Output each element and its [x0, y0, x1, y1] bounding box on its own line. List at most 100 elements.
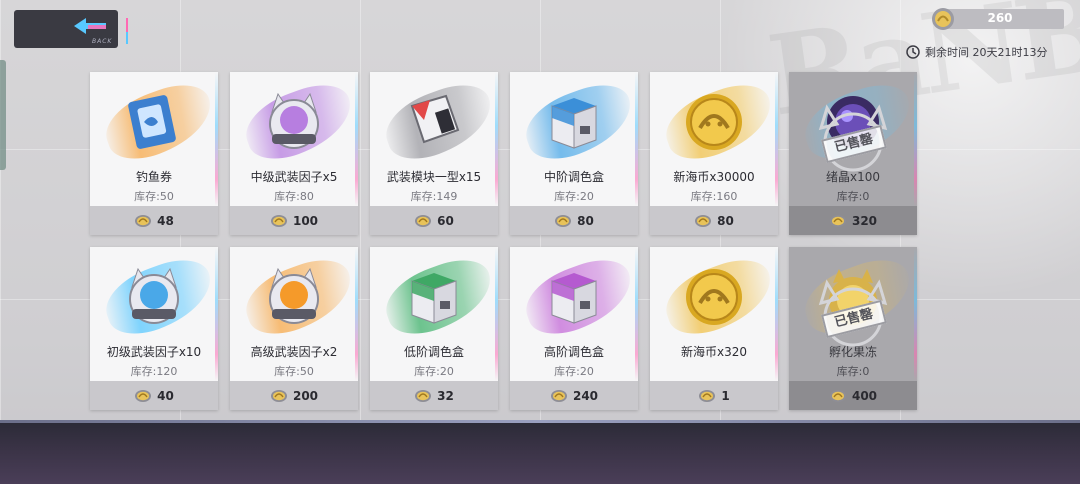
coin-icon [415, 214, 432, 227]
gold-coin-icon [686, 269, 742, 325]
card-accent [635, 72, 638, 206]
card-accent [775, 247, 778, 381]
timer: 剩余时间 20天21时13分 [906, 44, 1048, 60]
gold-coin-icon [686, 94, 742, 150]
price-bar[interactable]: 240 [510, 381, 638, 410]
item-name: 中级武装因子x5 [250, 170, 338, 184]
back-button[interactable]: BACK [14, 10, 128, 48]
item-name: 低阶调色盒 [403, 345, 464, 359]
item-name: 高阶调色盒 [543, 345, 604, 359]
item-stock: 库存:50 [134, 190, 174, 203]
card-accent [775, 72, 778, 206]
price-bar[interactable]: 60 [370, 206, 498, 235]
shop-item-card[interactable]: 中阶调色盒 库存:20 80 [510, 72, 638, 235]
item-stock: 库存:0 [836, 365, 870, 378]
shop-item-card[interactable]: 高阶调色盒 库存:20 240 [510, 247, 638, 410]
shop-item-card[interactable]: 武装模块一型x15 库存:149 60 [370, 72, 498, 235]
item-name: 高级武装因子x2 [250, 345, 338, 359]
item-price: 200 [292, 388, 319, 403]
card-accent [914, 247, 917, 381]
back-arrow-icon [74, 18, 106, 34]
price-bar[interactable]: 48 [90, 206, 218, 235]
shop-item-card[interactable]: 孵化果冻 库存:0 400 已售罄 [789, 247, 917, 410]
coin-icon [270, 214, 287, 227]
dye-box-green-icon [411, 273, 457, 324]
clock-icon [906, 45, 920, 59]
coin-icon [555, 214, 572, 227]
card-accent [215, 72, 218, 206]
item-price: 100 [292, 213, 319, 228]
fishing-ticket-icon [128, 95, 176, 149]
item-stock: 库存:20 [414, 365, 454, 378]
item-name: 初级武装因子x10 [106, 345, 202, 359]
item-stock: 库存:120 [130, 365, 178, 378]
price-bar[interactable]: 320 [789, 206, 917, 235]
item-stock: 库存:50 [274, 365, 314, 378]
coin-icon [550, 389, 567, 402]
timer-label: 剩余时间 20天21时13分 [925, 46, 1048, 59]
item-name: 新海币x320 [680, 345, 747, 359]
floor-strip [0, 420, 1080, 484]
coin-icon [829, 389, 846, 402]
price-bar[interactable]: 40 [90, 381, 218, 410]
coin-icon [829, 214, 846, 227]
item-price: 32 [437, 388, 454, 403]
card-accent [495, 72, 498, 206]
price-bar[interactable]: 100 [230, 206, 358, 235]
coin-icon [135, 214, 152, 227]
item-stock: 库存:80 [274, 190, 314, 203]
item-price: 48 [157, 213, 174, 228]
price-bar[interactable]: 400 [789, 381, 917, 410]
left-edge-tab[interactable] [0, 60, 6, 170]
currency-value: 260 [987, 11, 1013, 25]
price-bar[interactable]: 1 [650, 381, 778, 410]
item-price: 60 [437, 213, 454, 228]
dye-box-blue-icon [551, 98, 597, 149]
card-accent [215, 247, 218, 381]
shop-item-card[interactable]: 高级武装因子x2 库存:50 200 [230, 247, 358, 410]
shop-item-card[interactable]: 绪晶x100 库存:0 320 已售罄 [789, 72, 917, 235]
item-price: 240 [572, 388, 599, 403]
back-label: BACK [92, 38, 113, 45]
item-price: 80 [717, 213, 734, 228]
price-bar[interactable]: 80 [650, 206, 778, 235]
shop-item-card[interactable]: 钓鱼券 库存:50 48 [90, 72, 218, 235]
weapon-module-icon [410, 94, 460, 144]
card-accent [495, 247, 498, 381]
shop-item-card[interactable]: 初级武装因子x10 库存:120 40 [90, 247, 218, 410]
back-accent-blue [126, 32, 128, 44]
item-price: 80 [577, 213, 594, 228]
item-name: 新海币x30000 [673, 170, 755, 184]
coin-icon [699, 389, 716, 402]
card-accent [355, 72, 358, 206]
dye-box-purple-icon [551, 273, 597, 324]
price-bar[interactable]: 80 [510, 206, 638, 235]
item-stock: 库存:149 [410, 190, 458, 203]
price-bar[interactable]: 32 [370, 381, 498, 410]
card-accent [914, 72, 917, 206]
floor-line [0, 420, 1080, 423]
shop-item-card[interactable]: 新海币x320 1 [650, 247, 778, 410]
coin-icon [415, 389, 432, 402]
cat-helmet-orange-icon [269, 267, 319, 324]
item-price: 400 [851, 388, 878, 403]
card-accent [355, 247, 358, 381]
shop-item-card[interactable]: 新海币x30000 库存:160 80 [650, 72, 778, 235]
price-bar[interactable]: 200 [230, 381, 358, 410]
coin-icon [270, 389, 287, 402]
currency-coin-icon [932, 8, 954, 30]
back-accent-pink [126, 18, 128, 32]
item-price: 40 [157, 388, 174, 403]
item-name: 中阶调色盒 [543, 170, 604, 184]
coin-icon [695, 214, 712, 227]
card-accent [635, 247, 638, 381]
item-name: 武装模块一型x15 [386, 170, 482, 184]
cat-helmet-purple-icon [269, 92, 319, 149]
item-stock: 库存:160 [690, 190, 738, 203]
shop-item-card[interactable]: 中级武装因子x5 库存:80 100 [230, 72, 358, 235]
cat-helmet-blue-icon [129, 267, 179, 324]
coin-icon [135, 389, 152, 402]
shop-item-card[interactable]: 低阶调色盒 库存:20 32 [370, 247, 498, 410]
item-price: 1 [721, 388, 730, 403]
item-stock: 库存:0 [836, 190, 870, 203]
